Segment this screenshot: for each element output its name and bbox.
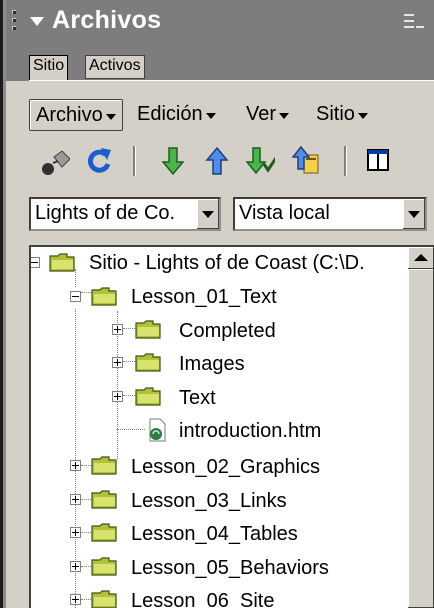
tree-item-lesson-01[interactable]: Lesson_01_Text <box>31 283 411 315</box>
menu-archivo-label: Archivo <box>36 104 103 126</box>
toolbar-separator <box>133 146 136 176</box>
tree-item-label: Lesson_03_Links <box>131 490 287 512</box>
folder-icon <box>91 490 117 509</box>
site-select-value: Lights of de Co. <box>35 202 176 224</box>
tree-item-introduction[interactable]: introduction.htm <box>31 417 411 449</box>
menu-sitio[interactable]: Sitio <box>316 99 368 129</box>
collapse-icon[interactable] <box>31 257 40 268</box>
expand-icon[interactable] <box>70 561 81 572</box>
tab-activos[interactable]: Activos <box>85 55 145 79</box>
collapse-arrow-icon[interactable] <box>30 17 44 26</box>
chevron-down-icon <box>205 113 216 119</box>
expand-view-icon[interactable] <box>366 148 396 178</box>
check-out-icon[interactable] <box>245 146 275 176</box>
tree-item-text[interactable]: Text <box>31 384 411 416</box>
panel-options-icon[interactable] <box>404 12 426 32</box>
folder-icon <box>135 353 161 372</box>
connect-icon[interactable] <box>40 147 70 177</box>
tree-item-label: Lesson_02_Graphics <box>131 456 321 478</box>
tree-item-label: Lesson_01_Text <box>131 286 277 308</box>
tree-item-lesson-05[interactable]: Lesson_05_Behaviors <box>31 554 411 586</box>
menu-sitio-label: Sitio <box>316 103 355 125</box>
panel-title: Archivos <box>52 6 162 34</box>
menu-ver-label: Ver <box>246 103 277 125</box>
chevron-down-icon <box>357 113 368 119</box>
expand-icon[interactable] <box>70 527 81 538</box>
menu-edicion[interactable]: Edición <box>137 99 216 129</box>
tree-item-lesson-03[interactable]: Lesson_03_Links <box>31 487 411 519</box>
tree-item-lesson-04[interactable]: Lesson_04_Tables <box>31 520 411 552</box>
get-files-icon[interactable] <box>160 146 190 176</box>
folder-icon <box>91 287 117 306</box>
html-file-icon <box>149 418 166 442</box>
tree-root[interactable]: Sitio - Lights of de Coast (C:\D. <box>31 249 411 281</box>
chevron-down-icon <box>105 114 116 120</box>
scrollbar-thumb[interactable] <box>408 269 434 608</box>
folder-icon <box>49 253 75 272</box>
toolbar-separator <box>344 146 347 176</box>
expand-icon[interactable] <box>70 594 81 605</box>
file-tree[interactable]: Sitio - Lights of de Coast (C:\D. Lesson… <box>29 245 434 608</box>
expand-icon[interactable] <box>112 391 123 402</box>
check-in-icon[interactable] <box>292 145 322 175</box>
tree-root-label: Sitio - Lights of de Coast (C:\D. <box>89 252 365 274</box>
tree-item-lesson-02[interactable]: Lesson_02_Graphics <box>31 453 411 485</box>
folder-icon <box>91 523 117 542</box>
menu-edicion-label: Edición <box>137 103 203 125</box>
menu-ver[interactable]: Ver <box>246 99 290 129</box>
view-select[interactable]: Vista local <box>233 197 427 231</box>
view-select-value: Vista local <box>239 202 330 224</box>
expand-icon[interactable] <box>112 357 123 368</box>
tree-item-label: Lesson_05_Behaviors <box>131 557 329 579</box>
tree-item-label: Images <box>179 353 245 375</box>
tab-strip <box>6 43 434 81</box>
expand-icon[interactable] <box>70 494 81 505</box>
tree-item-label: Completed <box>179 320 276 342</box>
tree-item-label: Text <box>179 387 216 409</box>
put-files-icon[interactable] <box>204 146 234 176</box>
folder-icon <box>91 557 117 576</box>
tree-item-lesson-06[interactable]: Lesson_06_Site <box>31 587 411 608</box>
folder-icon <box>135 320 161 339</box>
menu-archivo[interactable]: Archivo <box>29 99 123 131</box>
folder-icon <box>135 387 161 406</box>
files-panel: Archivos Sitio Activos Archivo Edición V… <box>0 0 434 608</box>
collapse-icon[interactable] <box>70 291 81 302</box>
tree-item-completed[interactable]: Completed <box>31 317 411 349</box>
folder-icon <box>91 590 117 608</box>
tree-item-label: Lesson_04_Tables <box>131 523 298 545</box>
expand-icon[interactable] <box>70 460 81 471</box>
drag-grip-icon[interactable] <box>12 10 16 32</box>
tab-sitio[interactable]: Sitio <box>29 55 69 81</box>
tree-item-label: Lesson_06_Site <box>131 590 275 608</box>
expand-icon[interactable] <box>112 324 123 335</box>
dropdown-arrow-icon[interactable] <box>196 199 219 229</box>
folder-icon <box>91 456 117 475</box>
tree-item-images[interactable]: Images <box>31 350 411 382</box>
tree-item-label: introduction.htm <box>179 420 322 442</box>
scroll-up-arrow-icon[interactable] <box>408 247 434 269</box>
chevron-down-icon <box>279 113 290 119</box>
site-select[interactable]: Lights of de Co. <box>29 197 221 231</box>
dropdown-arrow-icon[interactable] <box>402 199 425 229</box>
refresh-icon[interactable] <box>84 146 114 176</box>
